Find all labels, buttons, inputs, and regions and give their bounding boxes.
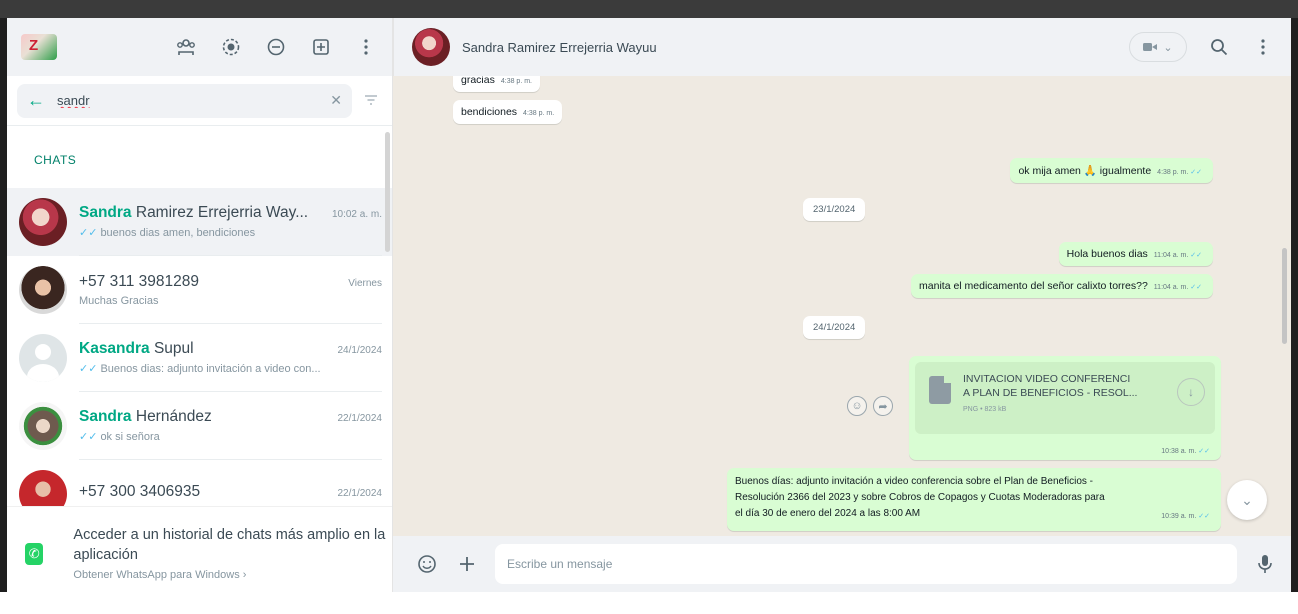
message-actions: ☺ ➦ [847, 396, 893, 416]
conversation-panel: Sandra Ramirez Errejerria Wayuu ⌄ gracia… [393, 18, 1291, 592]
whatsapp-logo-icon: ✆ [25, 543, 44, 565]
outgoing-file-message[interactable]: INVITACION VIDEO CONFERENCI A PLAN DE BEN… [909, 356, 1221, 460]
promo-title: Acceder a un historial de chats más ampl… [73, 527, 386, 563]
desktop-app-promo[interactable]: ✆ Acceder a un historial de chats más am… [7, 506, 392, 592]
browser-top-strip [0, 0, 1298, 18]
download-icon[interactable]: ↓ [1177, 378, 1205, 406]
file-meta: PNG • 823 kB [963, 406, 1007, 413]
microphone-icon[interactable] [1253, 552, 1277, 576]
chat-preview: ✓✓ Buenos dias: adjunto invitación a vide… [79, 363, 321, 375]
channels-icon[interactable] [264, 35, 288, 59]
avatar [19, 402, 67, 450]
composer [393, 536, 1291, 592]
file-name: INVITACION VIDEO CONFERENCI A PLAN DE BEN… [963, 373, 1138, 399]
avatar [19, 198, 67, 246]
message-scrollbar[interactable] [1282, 248, 1287, 344]
chevron-down-icon: ⌄ [1163, 41, 1173, 54]
chat-time: 22/1/2024 [337, 488, 383, 499]
chat-list: Sandra Ramirez Errejerria Way... 10:02 a… [7, 188, 392, 528]
incoming-message[interactable]: gracias 4:38 p. m. [453, 76, 540, 92]
emoji-icon[interactable] [415, 552, 439, 576]
chat-menu-icon[interactable] [1251, 35, 1275, 59]
scroll-to-bottom-button[interactable]: ⌄ [1227, 480, 1267, 520]
bottom-strip [0, 592, 1298, 614]
chat-preview: ✓✓ ok si señora [79, 431, 160, 443]
avatar [19, 266, 67, 314]
sidebar-toolbar [174, 35, 378, 59]
chats-section-label: CHATS [34, 153, 77, 167]
outgoing-message[interactable]: ok mija amen 🙏 igualmente 4:38 p. m. ✓✓ [1010, 158, 1213, 183]
date-separator: 23/1/2024 [803, 198, 866, 221]
sidebar-header: Z [7, 18, 392, 76]
contact-avatar[interactable] [412, 28, 450, 66]
chat-name: Kasandra Supul [79, 340, 194, 357]
sidebar: Z ← sandr ✕ CHATS Sandra Ramirez Errejer… [7, 18, 393, 592]
conversation-header[interactable]: Sandra Ramirez Errejerria Wayuu ⌄ [393, 18, 1291, 76]
react-emoji-icon[interactable]: ☺ [847, 396, 867, 416]
date-separator: 24/1/2024 [803, 316, 866, 339]
forward-icon[interactable]: ➦ [873, 396, 893, 416]
menu-icon[interactable] [354, 35, 378, 59]
chat-list-item[interactable]: Sandra Ramirez Errejerria Way... 10:02 a… [7, 188, 392, 256]
document-icon [929, 376, 951, 404]
incoming-message[interactable]: bendiciones 4:38 p. m. [453, 100, 563, 124]
chat-time: 10:02 a. m. [331, 209, 382, 220]
chat-name: +57 311 3981289 [79, 272, 199, 290]
outgoing-message[interactable]: Buenos días: adjunto invitación a video … [727, 468, 1221, 531]
chat-name: Sandra Ramirez Errejerria Way... [79, 204, 309, 221]
double-check-icon: ✓✓ [79, 227, 98, 239]
search-row: ← ✕ [7, 76, 392, 126]
chat-preview: Muchas Gracias [79, 294, 159, 307]
search-box: ← ✕ [17, 83, 352, 118]
message-input[interactable] [495, 544, 1237, 584]
search-input[interactable] [57, 93, 331, 108]
sidebar-scrollbar[interactable] [385, 132, 390, 252]
file-attachment[interactable]: INVITACION VIDEO CONFERENCI A PLAN DE BEN… [915, 362, 1215, 434]
default-avatar-icon [19, 334, 67, 382]
filter-icon[interactable] [358, 93, 384, 109]
chat-list-item[interactable]: Sandra Hernández 22/1/2024 ✓✓ ok si señor… [7, 392, 392, 460]
message-list[interactable]: gracias 4:38 p. m. bendiciones 4:38 p. m. … [393, 76, 1291, 536]
chat-time: 22/1/2024 [337, 413, 383, 424]
whatsapp-web-app: Z ← sandr ✕ CHATS Sandra Ramirez Errejer… [7, 18, 1291, 592]
back-arrow-icon[interactable]: ← [27, 90, 57, 111]
contact-name[interactable]: Sandra Ramirez Errejerria Wayuu [462, 40, 657, 55]
promo-link[interactable]: Obtener WhatsApp para Windows › [73, 569, 392, 581]
chat-name: Sandra Hernández [79, 408, 212, 425]
profile-avatar[interactable]: Z [21, 34, 57, 60]
chat-name: +57 300 3406935 [79, 483, 201, 500]
status-icon[interactable] [219, 35, 243, 59]
message-time: 10:38 a. m. ✓✓ [1161, 448, 1210, 455]
chat-preview: ✓✓ buenos dias amen, bendiciones [79, 227, 256, 239]
chat-list-item[interactable]: Kasandra Supul 24/1/2024 ✓✓ Buenos dias: … [7, 324, 392, 392]
chat-time: Viernes [348, 277, 382, 289]
new-chat-icon[interactable] [309, 35, 333, 59]
video-camera-icon [1143, 43, 1158, 51]
outgoing-message[interactable]: Hola buenos dias 11:04 a. m. ✓✓ [1058, 242, 1213, 266]
double-check-icon: ✓✓ [79, 363, 98, 375]
chat-list-item[interactable]: +57 311 3981289 Viernes Muchas Gracias [7, 256, 392, 324]
attach-plus-icon[interactable] [455, 552, 479, 576]
video-call-button[interactable]: ⌄ [1129, 32, 1187, 62]
outgoing-message[interactable]: manita el medicamento del señor calixto … [911, 274, 1213, 298]
double-check-icon: ✓✓ [79, 431, 98, 443]
chat-time: 24/1/2024 [337, 345, 383, 356]
communities-icon[interactable] [174, 35, 198, 59]
clear-search-icon[interactable]: ✕ [330, 92, 342, 109]
search-icon[interactable] [1207, 35, 1231, 59]
